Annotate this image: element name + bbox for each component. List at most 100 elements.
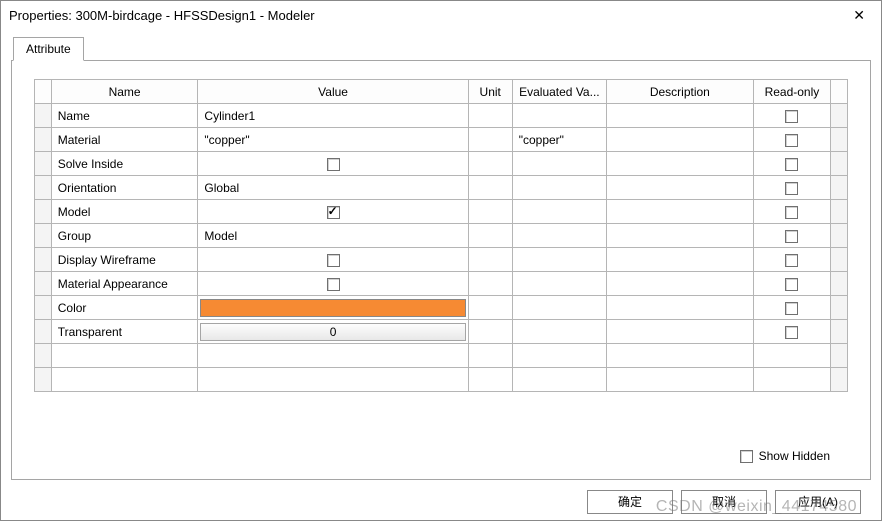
cell-description[interactable] bbox=[607, 128, 754, 152]
cell-description[interactable] bbox=[607, 296, 754, 320]
row-handle[interactable] bbox=[35, 248, 52, 272]
cell-evaluated[interactable] bbox=[512, 200, 606, 224]
cell-readonly[interactable] bbox=[753, 248, 831, 272]
cell-evaluated[interactable] bbox=[512, 248, 606, 272]
cell-readonly[interactable] bbox=[753, 296, 831, 320]
cell-value[interactable]: 0 bbox=[198, 320, 468, 344]
cell-name[interactable] bbox=[51, 368, 198, 392]
cell-value[interactable]: Global bbox=[198, 176, 468, 200]
cancel-button[interactable]: 取消 bbox=[681, 490, 767, 514]
cell-name[interactable]: Color bbox=[51, 296, 198, 320]
readonly-checkbox[interactable] bbox=[785, 206, 798, 219]
cell-description[interactable] bbox=[607, 320, 754, 344]
value-checkbox[interactable] bbox=[327, 158, 340, 171]
cell-readonly[interactable] bbox=[753, 344, 831, 368]
cell-readonly[interactable] bbox=[753, 272, 831, 296]
row-handle[interactable] bbox=[35, 104, 52, 128]
cell-evaluated[interactable] bbox=[512, 152, 606, 176]
row-handle[interactable] bbox=[35, 344, 52, 368]
value-checkbox[interactable] bbox=[327, 206, 340, 219]
header-name[interactable]: Name bbox=[51, 80, 198, 104]
cell-evaluated[interactable] bbox=[512, 296, 606, 320]
header-unit[interactable]: Unit bbox=[468, 80, 512, 104]
apply-button[interactable]: 应用(A) bbox=[775, 490, 861, 514]
cell-evaluated[interactable] bbox=[512, 176, 606, 200]
cell-unit[interactable] bbox=[468, 128, 512, 152]
header-description[interactable]: Description bbox=[607, 80, 754, 104]
cell-evaluated[interactable] bbox=[512, 320, 606, 344]
cell-unit[interactable] bbox=[468, 272, 512, 296]
cell-readonly[interactable] bbox=[753, 176, 831, 200]
cell-readonly[interactable] bbox=[753, 152, 831, 176]
header-value[interactable]: Value bbox=[198, 80, 468, 104]
row-handle[interactable] bbox=[35, 296, 52, 320]
cell-name[interactable]: Solve Inside bbox=[51, 152, 198, 176]
cell-value[interactable]: Model bbox=[198, 224, 468, 248]
cell-readonly[interactable] bbox=[753, 104, 831, 128]
cell-name[interactable]: Name bbox=[51, 104, 198, 128]
readonly-checkbox[interactable] bbox=[785, 158, 798, 171]
show-hidden-checkbox[interactable] bbox=[740, 450, 753, 463]
cell-unit[interactable] bbox=[468, 152, 512, 176]
cell-unit[interactable] bbox=[468, 104, 512, 128]
tab-attribute[interactable]: Attribute bbox=[13, 37, 84, 61]
readonly-checkbox[interactable] bbox=[785, 254, 798, 267]
readonly-checkbox[interactable] bbox=[785, 326, 798, 339]
cell-description[interactable] bbox=[607, 224, 754, 248]
cell-name[interactable]: Orientation bbox=[51, 176, 198, 200]
cell-name[interactable]: Group bbox=[51, 224, 198, 248]
cell-unit[interactable] bbox=[468, 200, 512, 224]
readonly-checkbox[interactable] bbox=[785, 182, 798, 195]
header-evaluated[interactable]: Evaluated Va... bbox=[512, 80, 606, 104]
cell-value[interactable]: "copper" bbox=[198, 128, 468, 152]
readonly-checkbox[interactable] bbox=[785, 302, 798, 315]
cell-evaluated[interactable] bbox=[512, 344, 606, 368]
cell-unit[interactable] bbox=[468, 296, 512, 320]
cell-evaluated[interactable] bbox=[512, 104, 606, 128]
readonly-checkbox[interactable] bbox=[785, 134, 798, 147]
value-button[interactable]: 0 bbox=[200, 323, 465, 341]
close-icon[interactable]: ✕ bbox=[847, 7, 871, 24]
cell-name[interactable]: Material bbox=[51, 128, 198, 152]
cell-value[interactable] bbox=[198, 296, 468, 320]
row-handle[interactable] bbox=[35, 152, 52, 176]
cell-value[interactable] bbox=[198, 368, 468, 392]
cell-name[interactable]: Display Wireframe bbox=[51, 248, 198, 272]
row-handle[interactable] bbox=[35, 368, 52, 392]
cell-readonly[interactable] bbox=[753, 200, 831, 224]
cell-readonly[interactable] bbox=[753, 128, 831, 152]
row-handle[interactable] bbox=[35, 272, 52, 296]
cell-evaluated[interactable] bbox=[512, 368, 606, 392]
cell-evaluated[interactable] bbox=[512, 224, 606, 248]
cell-description[interactable] bbox=[607, 344, 754, 368]
cell-readonly[interactable] bbox=[753, 368, 831, 392]
cell-evaluated[interactable]: "copper" bbox=[512, 128, 606, 152]
cell-value[interactable]: Cylinder1 bbox=[198, 104, 468, 128]
cell-name[interactable]: Model bbox=[51, 200, 198, 224]
header-readonly[interactable]: Read-only bbox=[753, 80, 831, 104]
row-handle[interactable] bbox=[35, 176, 52, 200]
cell-value[interactable] bbox=[198, 152, 468, 176]
cell-description[interactable] bbox=[607, 248, 754, 272]
cell-readonly[interactable] bbox=[753, 224, 831, 248]
cell-evaluated[interactable] bbox=[512, 272, 606, 296]
cell-unit[interactable] bbox=[468, 248, 512, 272]
ok-button[interactable]: 确定 bbox=[587, 490, 673, 514]
cell-name[interactable]: Transparent bbox=[51, 320, 198, 344]
cell-description[interactable] bbox=[607, 176, 754, 200]
cell-value[interactable] bbox=[198, 344, 468, 368]
readonly-checkbox[interactable] bbox=[785, 230, 798, 243]
cell-description[interactable] bbox=[607, 272, 754, 296]
cell-description[interactable] bbox=[607, 200, 754, 224]
cell-value[interactable] bbox=[198, 272, 468, 296]
value-checkbox[interactable] bbox=[327, 278, 340, 291]
cell-unit[interactable] bbox=[468, 344, 512, 368]
row-handle[interactable] bbox=[35, 128, 52, 152]
cell-description[interactable] bbox=[607, 152, 754, 176]
readonly-checkbox[interactable] bbox=[785, 278, 798, 291]
cell-name[interactable] bbox=[51, 344, 198, 368]
cell-readonly[interactable] bbox=[753, 320, 831, 344]
cell-value[interactable] bbox=[198, 248, 468, 272]
value-checkbox[interactable] bbox=[327, 254, 340, 267]
cell-description[interactable] bbox=[607, 104, 754, 128]
